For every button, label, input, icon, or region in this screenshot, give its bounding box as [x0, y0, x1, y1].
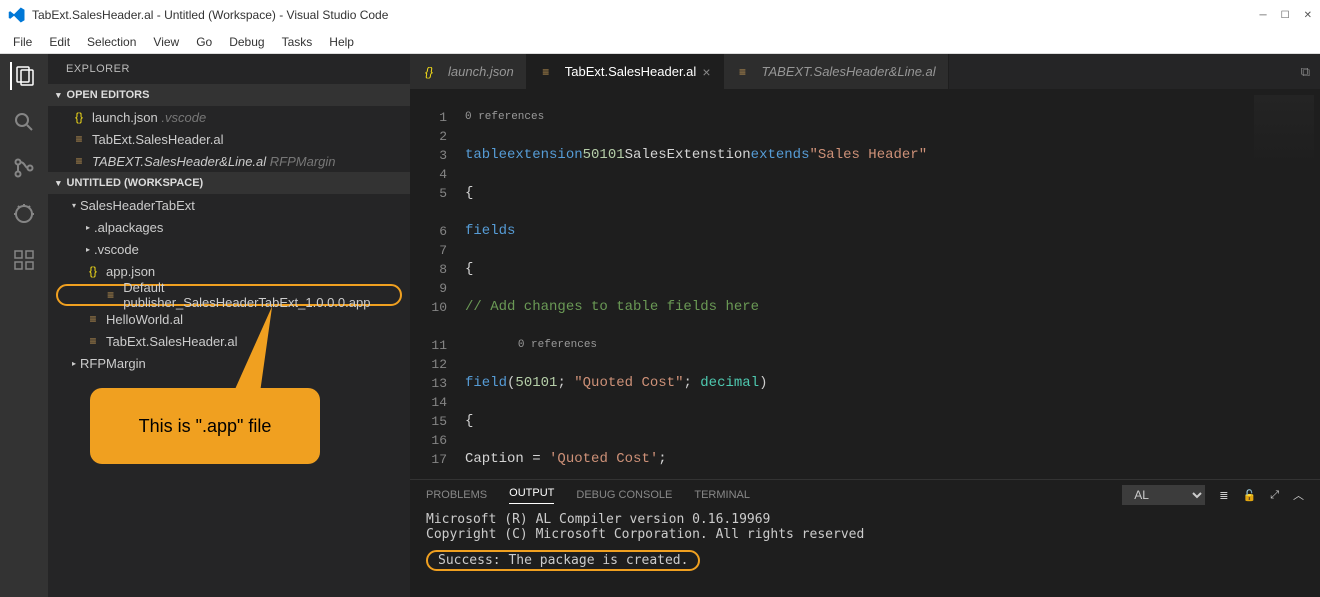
vscode-logo-icon — [8, 6, 26, 24]
al-file-icon: ≡ — [72, 132, 86, 146]
debug-icon[interactable] — [10, 200, 38, 228]
menu-debug[interactable]: Debug — [222, 33, 271, 51]
menu-go[interactable]: Go — [189, 33, 219, 51]
bottom-panel: PROBLEMS OUTPUT DEBUG CONSOLE TERMINAL A… — [410, 479, 1320, 597]
folder-vscode[interactable]: ▸ .vscode — [48, 238, 410, 260]
menu-edit[interactable]: Edit — [42, 33, 77, 51]
close-icon[interactable]: ✕ — [1304, 10, 1312, 21]
maximize-panel-icon[interactable]: ⤢ — [1270, 489, 1279, 502]
output-line: Copyright (C) Microsoft Corporation. All… — [426, 527, 1304, 542]
al-file-icon: ≡ — [86, 312, 100, 326]
output-channel-select[interactable]: AL — [1122, 485, 1205, 505]
output-body[interactable]: Microsoft (R) AL Compiler version 0.16.1… — [410, 510, 1320, 597]
al-file-icon: ≡ — [86, 334, 100, 348]
output-line: Microsoft (R) AL Compiler version 0.16.1… — [426, 512, 1304, 527]
chevron-right-icon: ▸ — [72, 359, 76, 368]
sidebar-title: EXPLORER — [48, 54, 410, 84]
panel-tab-problems[interactable]: PROBLEMS — [426, 489, 487, 501]
tab-launch-json[interactable]: {} launch.json — [410, 54, 527, 89]
menubar: File Edit Selection View Go Debug Tasks … — [0, 30, 1320, 54]
al-file-icon: ≡ — [72, 154, 86, 168]
extensions-icon[interactable] — [10, 246, 38, 274]
json-icon: {} — [422, 65, 436, 79]
al-file-icon: ≡ — [736, 65, 750, 79]
search-icon[interactable] — [10, 108, 38, 136]
output-success: Success: The package is created. — [426, 550, 700, 571]
minimize-icon[interactable]: ─ — [1260, 10, 1267, 21]
menu-view[interactable]: View — [146, 33, 186, 51]
file-app-package[interactable]: ≡ Default publisher_SalesHeaderTabExt_1.… — [56, 284, 402, 306]
menu-file[interactable]: File — [6, 33, 39, 51]
al-file-icon: ≡ — [539, 65, 553, 79]
open-editor-item[interactable]: {} launch.json .vscode — [48, 106, 410, 128]
chevron-down-icon: ▾ — [72, 201, 76, 210]
split-editor-icon[interactable]: ⧉ — [1301, 64, 1310, 80]
menu-help[interactable]: Help — [322, 33, 361, 51]
close-tab-icon[interactable]: × — [702, 64, 710, 80]
menu-tasks[interactable]: Tasks — [275, 33, 320, 51]
menu-selection[interactable]: Selection — [80, 33, 143, 51]
tab-tabext-line[interactable]: ≡ TABEXT.SalesHeader&Line.al — [724, 54, 949, 89]
file-icon: ≡ — [104, 288, 117, 302]
minimap[interactable] — [1254, 95, 1314, 165]
window-title: TabExt.SalesHeader.al - Untitled (Worksp… — [32, 8, 388, 22]
panel-tab-terminal[interactable]: TERMINAL — [694, 489, 750, 501]
tab-tabext[interactable]: ≡ TabExt.SalesHeader.al × — [527, 54, 724, 89]
editor-body[interactable]: 12345 678910 11121314151617 0 references… — [410, 89, 1320, 479]
workspace-section[interactable]: UNTITLED (WORKSPACE) — [48, 172, 410, 194]
explorer-icon[interactable] — [10, 62, 38, 90]
json-icon: {} — [86, 264, 100, 278]
activity-bar — [0, 54, 48, 597]
sidebar: EXPLORER OPEN EDITORS {} launch.json .vs… — [48, 54, 410, 597]
panel-tab-debug-console[interactable]: DEBUG CONSOLE — [576, 489, 672, 501]
folder-rfpmargin[interactable]: ▸ RFPMargin — [48, 352, 410, 374]
chevron-right-icon: ▸ — [86, 245, 90, 254]
json-icon: {} — [72, 110, 86, 124]
open-editor-item[interactable]: ≡ TabExt.SalesHeader.al — [48, 128, 410, 150]
open-editors-section[interactable]: OPEN EDITORS — [48, 84, 410, 106]
annotation-callout: This is ".app" file — [90, 388, 320, 464]
file-tabext[interactable]: ≡ TabExt.SalesHeader.al — [48, 330, 410, 352]
folder-alpackages[interactable]: ▸ .alpackages — [48, 216, 410, 238]
file-helloworld[interactable]: ≡ HelloWorld.al — [48, 308, 410, 330]
titlebar: TabExt.SalesHeader.al - Untitled (Worksp… — [0, 0, 1320, 30]
file-appjson[interactable]: {} app.json — [48, 260, 410, 282]
open-editor-item[interactable]: ≡ TABEXT.SalesHeader&Line.al RFPMargin — [48, 150, 410, 172]
panel-tab-output[interactable]: OUTPUT — [509, 487, 554, 504]
close-panel-icon[interactable]: ︿ — [1293, 487, 1304, 503]
maximize-icon[interactable]: ☐ — [1281, 10, 1290, 21]
folder-root[interactable]: ▾ SalesHeaderTabExt — [48, 194, 410, 216]
clear-output-icon[interactable]: ≣ — [1219, 489, 1228, 502]
line-numbers: 12345 678910 11121314151617 — [410, 89, 465, 479]
lock-scroll-icon[interactable]: 🔓 — [1242, 489, 1256, 502]
editor-tabs: {} launch.json ≡ TabExt.SalesHeader.al ×… — [410, 54, 1320, 89]
source-control-icon[interactable] — [10, 154, 38, 182]
code-content[interactable]: 0 references tableextension 50101 SalesE… — [465, 89, 1320, 479]
chevron-right-icon: ▸ — [86, 223, 90, 232]
